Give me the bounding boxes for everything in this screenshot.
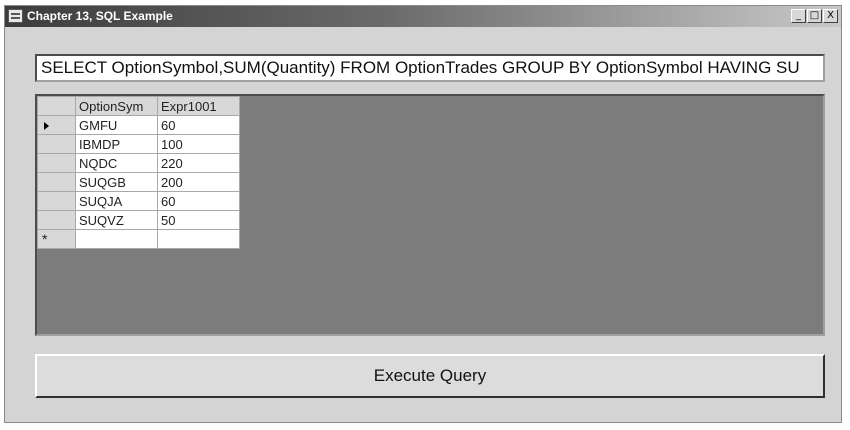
sql-query-input[interactable] [35,54,825,82]
minimize-button[interactable]: _ [791,9,806,23]
current-row-arrow-icon [44,121,49,130]
cell-expr1001[interactable]: 100 [157,134,240,154]
column-header-expr1001[interactable]: Expr1001 [157,96,240,116]
cell-expr1001[interactable]: 60 [157,191,240,211]
header-row: OptionSym Expr1001 [37,96,240,116]
cell-expr1001[interactable]: 220 [157,153,240,173]
column-header-optionsym[interactable]: OptionSym [75,96,158,116]
row-header[interactable] [37,191,76,211]
maximize-button[interactable]: □ [807,9,822,23]
cell-expr1001[interactable]: 50 [157,210,240,230]
new-row-star-icon: * [42,231,48,247]
cell-optionsym[interactable]: SUQVZ [75,210,158,230]
cell-optionsym[interactable] [75,229,158,249]
cell-optionsym[interactable]: SUQJA [75,191,158,211]
row-header[interactable] [37,172,76,192]
app-icon[interactable] [8,9,23,23]
table-row[interactable]: IBMDP 100 [37,134,240,154]
cell-optionsym[interactable]: GMFU [75,115,158,135]
cell-optionsym[interactable]: SUQGB [75,172,158,192]
table-row[interactable]: GMFU 60 [37,115,240,135]
row-header[interactable] [37,134,76,154]
row-header[interactable] [37,210,76,230]
row-header[interactable] [37,153,76,173]
table-row[interactable]: NQDC 220 [37,153,240,173]
corner-header[interactable] [37,96,76,116]
title-bar[interactable]: Chapter 13, SQL Example _ □ X [5,6,841,27]
row-header[interactable]: * [37,229,76,249]
cell-expr1001[interactable]: 60 [157,115,240,135]
window-title: Chapter 13, SQL Example [27,9,173,23]
app-window: Chapter 13, SQL Example _ □ X OptionSym … [4,5,842,423]
new-row[interactable]: * [37,229,240,249]
cell-optionsym[interactable]: IBMDP [75,134,158,154]
table-row[interactable]: SUQJA 60 [37,191,240,211]
results-grid[interactable]: OptionSym Expr1001 GMFU 60 IBMDP 100 NQD… [35,94,825,336]
cell-expr1001[interactable] [157,229,240,249]
table-row[interactable]: SUQGB 200 [37,172,240,192]
row-header[interactable] [37,115,76,135]
execute-query-button[interactable]: Execute Query [35,354,825,398]
table-row[interactable]: SUQVZ 50 [37,210,240,230]
caption-buttons: _ □ X [791,9,838,23]
cell-expr1001[interactable]: 200 [157,172,240,192]
close-button[interactable]: X [823,9,838,23]
cell-optionsym[interactable]: NQDC [75,153,158,173]
results-table: OptionSym Expr1001 GMFU 60 IBMDP 100 NQD… [37,96,240,249]
